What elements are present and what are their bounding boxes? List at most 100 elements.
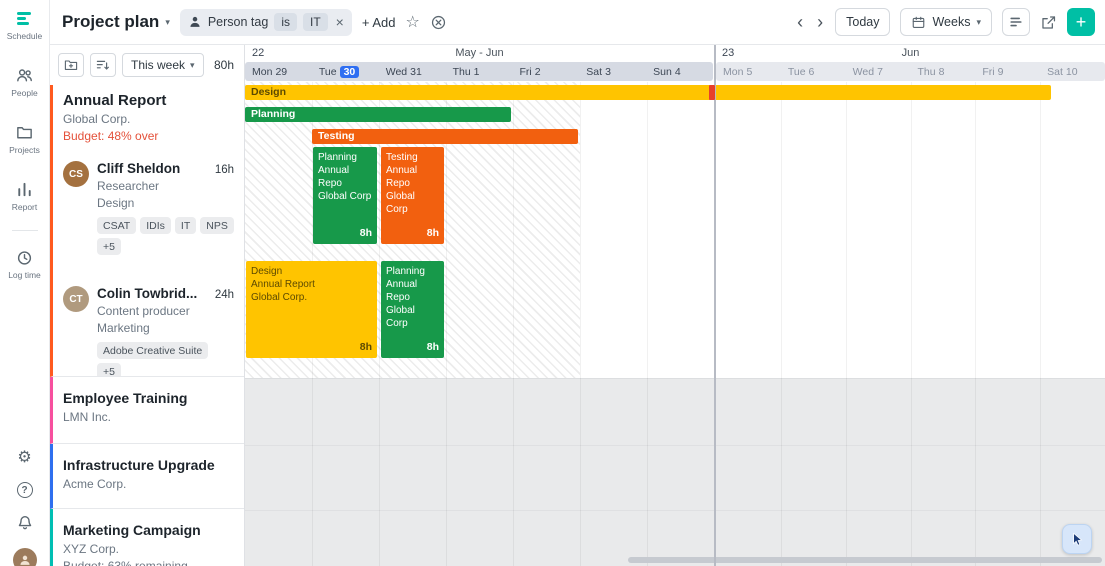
chevron-down-icon: ▾ [190, 60, 195, 71]
project-client: LMN Inc. [63, 410, 232, 424]
page-title[interactable]: Project plan ▾ [62, 12, 170, 32]
top-bar: Project plan ▾ Person tag is IT × + Add … [50, 0, 1105, 45]
app-window: Schedule People Projects Report Log tim [0, 0, 1105, 566]
member-hours: 24h [215, 289, 234, 301]
member-hours: 16h [215, 164, 234, 176]
tag-row: CSAT IDIs IT NPS +5 [97, 217, 234, 255]
member-card-colin[interactable]: CT Colin Towbrid... 24h Content producer… [53, 277, 244, 377]
project-row-infrastructure-upgrade[interactable]: Infrastructure Upgrade Acme Corp. [50, 444, 244, 509]
zoom-level-select[interactable]: Weeks ▾ [900, 8, 992, 36]
next-period-button[interactable]: › [815, 13, 825, 31]
day-header-mon-29[interactable]: Mon29 [245, 62, 312, 81]
remove-filter-icon[interactable]: × [334, 14, 346, 30]
today-badge: 30 [340, 66, 360, 78]
day-header-sun-4[interactable]: Sun4 [646, 62, 713, 81]
timeline-day-row: Mon29 Tue30 Wed31 Thu1 Fri2 Sat3 Sun4 Mo… [245, 62, 1105, 82]
task-hours: 8h [360, 227, 372, 241]
sidebar-item-projects[interactable]: Projects [9, 122, 40, 155]
add-project-button[interactable] [58, 53, 84, 77]
tag: IDIs [140, 217, 171, 234]
row-separator [245, 510, 1105, 511]
task-testing-cliff[interactable]: Testing Annual Repo Global Corp 8h [381, 147, 444, 244]
grid-line [446, 82, 447, 566]
avatar: CS [63, 161, 89, 187]
week-divider-line [714, 45, 716, 566]
day-header-tue-30-today[interactable]: Tue30 [312, 62, 379, 81]
task-hours: 8h [360, 341, 372, 355]
grid-line [513, 82, 514, 566]
filter-chip[interactable]: Person tag is IT × [180, 9, 352, 36]
day-header-sat-10[interactable]: Sat10 [1040, 62, 1105, 81]
filter-field-label: Person tag [208, 15, 268, 29]
horizontal-scrollbar[interactable] [628, 557, 1102, 563]
task-hours: 8h [427, 227, 439, 241]
task-hours: 8h [427, 341, 439, 355]
week-range-select[interactable]: This week ▾ [122, 53, 204, 77]
week1-day-header: Mon29 Tue30 Wed31 Thu1 Fri2 Sat3 Sun4 [245, 62, 713, 81]
grid-line [975, 82, 976, 566]
member-name: Colin Towbrid... [97, 286, 197, 301]
cursor-tool-button[interactable] [1062, 524, 1092, 554]
bell-icon[interactable] [16, 514, 34, 532]
task-design-colin[interactable]: Design Annual Report Global Corp. 8h [246, 261, 377, 358]
sidebar-item-schedule[interactable]: Schedule [7, 8, 42, 41]
add-button[interactable]: + [1067, 8, 1095, 36]
rail-divider [12, 230, 38, 231]
schedule-icon [14, 8, 34, 28]
task-planning-colin[interactable]: Planning Annual Repo Global Corp 8h [381, 261, 444, 358]
swimlane-view-button[interactable] [1002, 8, 1030, 36]
day-header-tue-6[interactable]: Tue6 [781, 62, 846, 81]
more-tags-badge[interactable]: +5 [97, 363, 121, 377]
day-header-mon-5[interactable]: Mon5 [716, 62, 781, 81]
sidebar-item-log-time[interactable]: Log time [8, 247, 41, 280]
day-header-fri-2[interactable]: Fri2 [512, 62, 579, 81]
project-sidebar: This week ▾ 80h Annual Report Global Cor… [50, 45, 245, 566]
project-budget-status: Budget: 48% over [63, 129, 232, 143]
rail-label: Schedule [7, 31, 42, 41]
rail-bottom-group: ⚙ ? [13, 450, 37, 566]
user-avatar[interactable] [13, 548, 37, 566]
add-filter-button[interactable]: + Add [362, 15, 396, 30]
filter-operator[interactable]: is [274, 13, 297, 31]
member-card-cliff[interactable]: CS Cliff Sheldon 16h Researcher Design C… [53, 152, 244, 265]
sidebar-item-people[interactable]: People [11, 65, 37, 98]
task-planning-cliff[interactable]: Planning Annual Repo Global Corp 8h [313, 147, 377, 244]
project-row-employee-training[interactable]: Employee Training LMN Inc. [50, 377, 244, 444]
day-header-wed-7[interactable]: Wed7 [846, 62, 911, 81]
milestone-bar-design[interactable]: Design [245, 85, 1051, 100]
rail-label: Report [12, 202, 38, 212]
member-info: Colin Towbrid... 24h Content producer Ma… [97, 286, 234, 377]
grid-line [379, 82, 380, 566]
project-budget-status: Budget: 63% remaining [63, 559, 232, 566]
project-row-marketing-campaign[interactable]: Marketing Campaign XYZ Corp. Budget: 63%… [50, 509, 244, 566]
day-header-wed-31[interactable]: Wed31 [379, 62, 446, 81]
day-header-thu-8[interactable]: Thu8 [910, 62, 975, 81]
project-header[interactable]: Annual Report Global Corp. Budget: 48% o… [53, 85, 244, 152]
project-group-annual-report: Annual Report Global Corp. Budget: 48% o… [50, 85, 244, 377]
clock-icon [14, 247, 34, 267]
sort-button[interactable] [90, 53, 116, 77]
day-header-fri-9[interactable]: Fri9 [975, 62, 1040, 81]
grid-line [580, 82, 581, 566]
rail-label: People [11, 88, 37, 98]
help-icon[interactable]: ? [17, 482, 33, 498]
milestone-bar-testing[interactable]: Testing [312, 129, 578, 144]
star-icon[interactable]: ☆ [405, 12, 419, 32]
day-header-sat-3[interactable]: Sat3 [579, 62, 646, 81]
grid-line [1040, 82, 1041, 566]
day-header-thu-1[interactable]: Thu1 [446, 62, 513, 81]
timeline-grid[interactable]: Design Planning Testing Planning Annual … [245, 82, 1105, 566]
filter-value[interactable]: IT [303, 13, 328, 31]
project-client: Acme Corp. [63, 477, 232, 491]
gear-icon[interactable]: ⚙ [17, 450, 31, 466]
prev-period-button[interactable]: ‹ [795, 13, 805, 31]
milestone-bar-planning[interactable]: Planning [245, 107, 511, 122]
more-tags-badge[interactable]: +5 [97, 238, 121, 255]
sidebar-item-report[interactable]: Report [12, 179, 38, 212]
clear-filters-icon[interactable] [430, 14, 447, 31]
today-button[interactable]: Today [835, 8, 890, 36]
project-name: Annual Report [63, 92, 232, 109]
share-icon[interactable] [1040, 14, 1057, 31]
chevron-down-icon: ▾ [165, 17, 170, 28]
timeline: 22 May - Jun 23 Jun Mon29 Tue30 Wed31 Th… [245, 45, 1105, 566]
